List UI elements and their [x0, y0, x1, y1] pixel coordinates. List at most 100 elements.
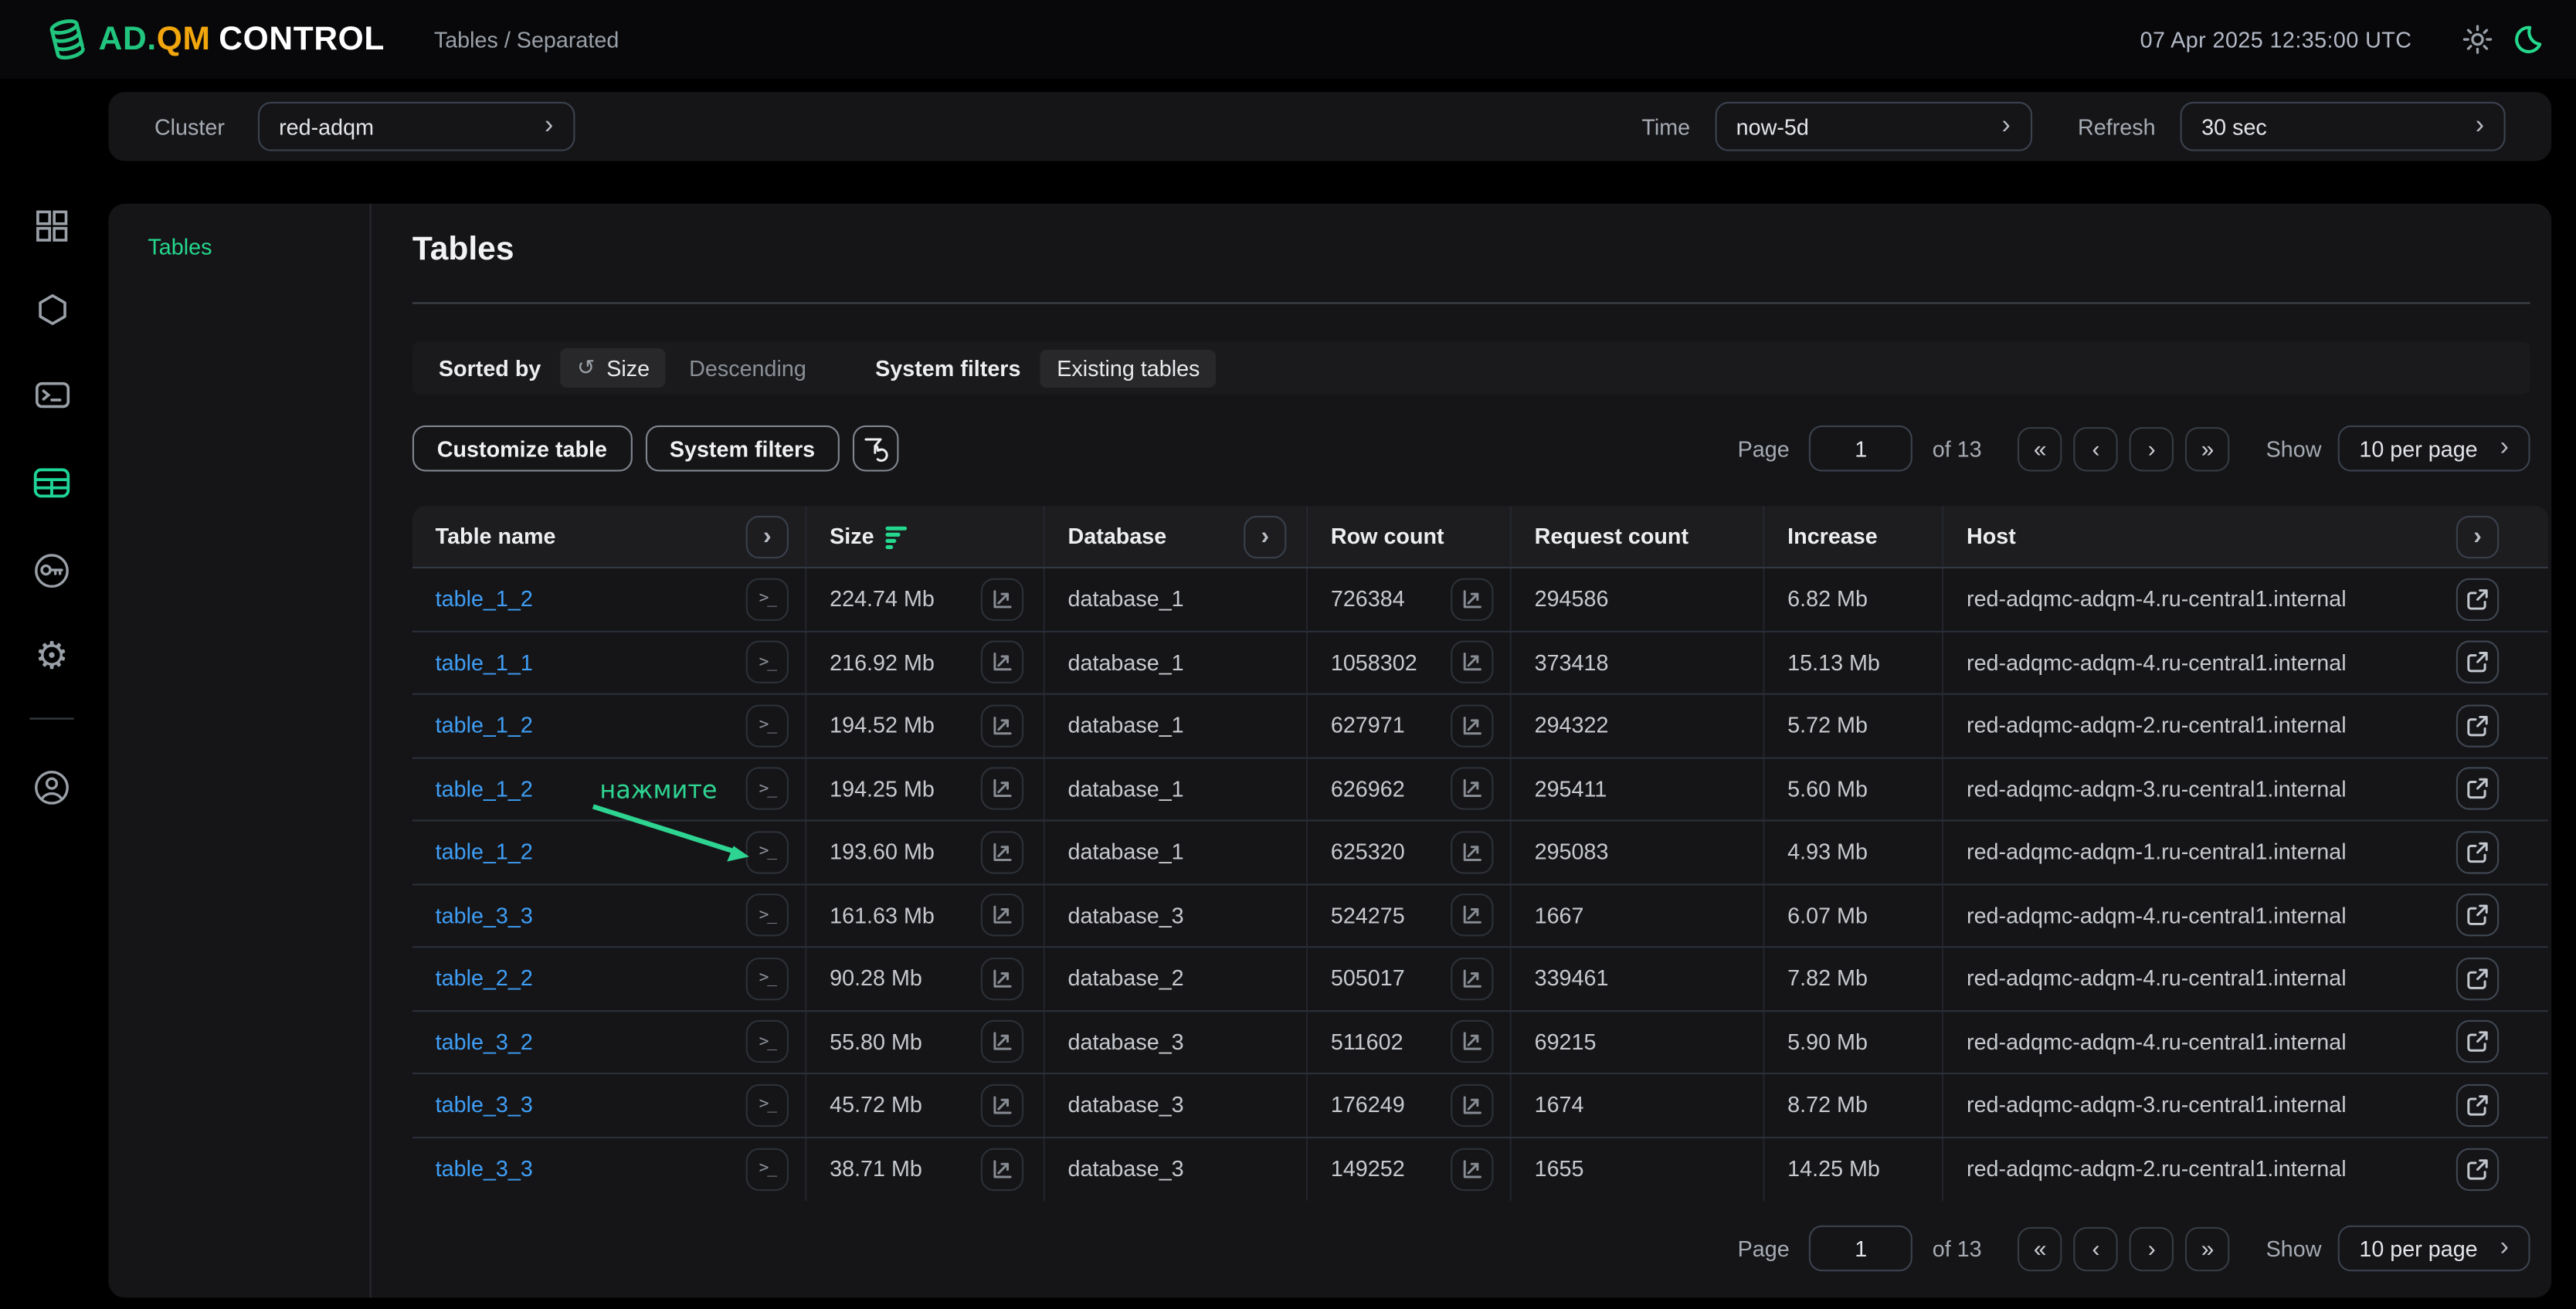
size-chart-button[interactable] [981, 894, 1023, 937]
system-filters-button[interactable]: System filters [645, 426, 840, 472]
chevron-right-icon: › [2459, 114, 2484, 140]
terminal-button[interactable]: >_ [746, 704, 789, 747]
page-title: Tables [412, 232, 514, 270]
column-expand-button[interactable]: › [1244, 515, 1286, 558]
host-external-link-button[interactable] [2456, 578, 2499, 620]
table-name-link[interactable]: table_3_2 [436, 1029, 533, 1054]
column-expand-button[interactable]: › [2456, 515, 2499, 558]
table-name-link[interactable]: table_1_2 [436, 839, 533, 864]
table-name-link[interactable]: table_2_2 [436, 966, 533, 991]
sidebar-item-tables[interactable]: Tables [148, 235, 212, 259]
refresh-interval-select[interactable]: 30 sec › [2181, 102, 2506, 151]
table-name-link[interactable]: table_3_3 [436, 1093, 533, 1117]
row-count-chart-button[interactable] [1451, 894, 1493, 937]
title-divider [412, 302, 2530, 304]
actions-row: Customize table System filters Page of 1… [412, 424, 2530, 473]
row-count-chart-button[interactable] [1451, 641, 1493, 683]
reset-filters-button[interactable] [853, 426, 899, 472]
terminal-button[interactable]: >_ [746, 1083, 789, 1126]
host-external-link-button[interactable] [2456, 1083, 2499, 1126]
light-theme-button[interactable] [2458, 20, 2497, 59]
row-count-chart-button[interactable] [1451, 768, 1493, 810]
access-keys-icon[interactable] [0, 548, 104, 591]
first-page-button[interactable]: « [2018, 426, 2062, 470]
nodes-hexagon-icon[interactable] [0, 289, 104, 331]
cluster-select[interactable]: red-adqm › [257, 102, 575, 151]
row-count-chart-button[interactable] [1451, 1148, 1493, 1190]
system-filter-chip[interactable]: Existing tables [1040, 349, 1217, 387]
applied-filters-band: Sorted by ↺ Size Descending System filte… [412, 341, 2530, 394]
size-chart-button[interactable] [981, 1020, 1023, 1063]
row-count-chart-button[interactable] [1451, 578, 1493, 620]
size-chart-button[interactable] [981, 831, 1023, 873]
prev-page-button[interactable]: ‹ [2074, 1226, 2118, 1270]
app-logo[interactable]: AD.QMCONTROL [46, 15, 385, 64]
row-count-chart-button[interactable] [1451, 1020, 1493, 1063]
dark-theme-button[interactable] [2507, 20, 2547, 59]
chart-icon [1461, 1094, 1484, 1117]
table-name-link[interactable]: table_1_2 [436, 777, 533, 802]
chart-icon [991, 1030, 1014, 1053]
sort-chip[interactable]: ↺ Size [561, 348, 666, 388]
table-name-link[interactable]: table_1_2 [436, 587, 533, 612]
host-external-link-button[interactable] [2456, 831, 2499, 873]
chart-icon [991, 588, 1014, 611]
table-name-link[interactable]: table_1_2 [436, 714, 533, 738]
per-page-select[interactable]: 10 per page › [2338, 426, 2530, 472]
host-external-link-button[interactable] [2456, 958, 2499, 1000]
first-page-button[interactable]: « [2018, 1226, 2062, 1270]
terminal-button[interactable]: >_ [746, 1020, 789, 1063]
size-chart-button[interactable] [981, 1148, 1023, 1190]
table-name-link[interactable]: table_1_1 [436, 650, 533, 675]
time-range-select[interactable]: now-5d › [1715, 102, 2032, 151]
table-name-link[interactable]: table_3_3 [436, 1157, 533, 1182]
row-count-chart-button[interactable] [1451, 831, 1493, 873]
last-page-button[interactable]: » [2185, 426, 2229, 470]
database-value: database_3 [1068, 903, 1184, 927]
row-count-chart-button[interactable] [1451, 704, 1493, 747]
size-chart-button[interactable] [981, 578, 1023, 620]
current-datetime: 07 Apr 2025 12:35:00 UTC [2140, 27, 2412, 52]
size-chart-button[interactable] [981, 1083, 1023, 1126]
size-chart-button[interactable] [981, 641, 1023, 683]
size-chart-button[interactable] [981, 768, 1023, 810]
increase-value: 7.82 Mb [1787, 966, 1868, 991]
table-name-link[interactable]: table_3_3 [436, 903, 533, 927]
row-count-chart-button[interactable] [1451, 958, 1493, 1000]
terminal-icon[interactable] [0, 375, 104, 417]
host-external-link-button[interactable] [2456, 768, 2499, 810]
last-page-button[interactable]: » [2185, 1226, 2229, 1270]
host-external-link-button[interactable] [2456, 1020, 2499, 1063]
nav-divider [370, 204, 372, 1298]
page-number-input[interactable] [1809, 426, 1912, 472]
row-count-chart-button[interactable] [1451, 1083, 1493, 1126]
page-number-input[interactable] [1809, 1226, 1912, 1272]
customize-table-button[interactable]: Customize table [412, 426, 632, 472]
next-page-button[interactable]: › [2130, 1226, 2174, 1270]
increase-value: 8.72 Mb [1787, 1093, 1868, 1117]
page-count-label: of 13 [1933, 1236, 1982, 1261]
sort-descending-icon[interactable] [885, 526, 910, 551]
database-value: database_3 [1068, 1093, 1184, 1117]
size-chart-button[interactable] [981, 958, 1023, 1000]
per-page-select[interactable]: 10 per page › [2338, 1226, 2530, 1272]
dashboard-icon[interactable] [0, 204, 104, 246]
settings-gear-icon[interactable]: ⚙ [0, 636, 104, 678]
prev-page-button[interactable]: ‹ [2074, 426, 2118, 470]
host-external-link-button[interactable] [2456, 641, 2499, 683]
account-icon[interactable] [0, 765, 104, 808]
size-chart-button[interactable] [981, 704, 1023, 747]
size-value: 45.72 Mb [830, 1093, 922, 1117]
terminal-button[interactable]: >_ [746, 641, 789, 683]
host-external-link-button[interactable] [2456, 894, 2499, 937]
next-page-button[interactable]: › [2130, 426, 2174, 470]
host-external-link-button[interactable] [2456, 1148, 2499, 1190]
terminal-button[interactable]: >_ [746, 1148, 789, 1190]
terminal-button[interactable]: >_ [746, 958, 789, 1000]
bottom-pagination-row: Page of 13 « ‹ › » Show 10 per page › [412, 1224, 2530, 1273]
host-external-link-button[interactable] [2456, 704, 2499, 747]
column-expand-button[interactable]: › [746, 515, 789, 558]
terminal-button[interactable]: >_ [746, 578, 789, 620]
tables-icon-active[interactable] [0, 462, 104, 504]
terminal-button[interactable]: >_ [746, 894, 789, 937]
